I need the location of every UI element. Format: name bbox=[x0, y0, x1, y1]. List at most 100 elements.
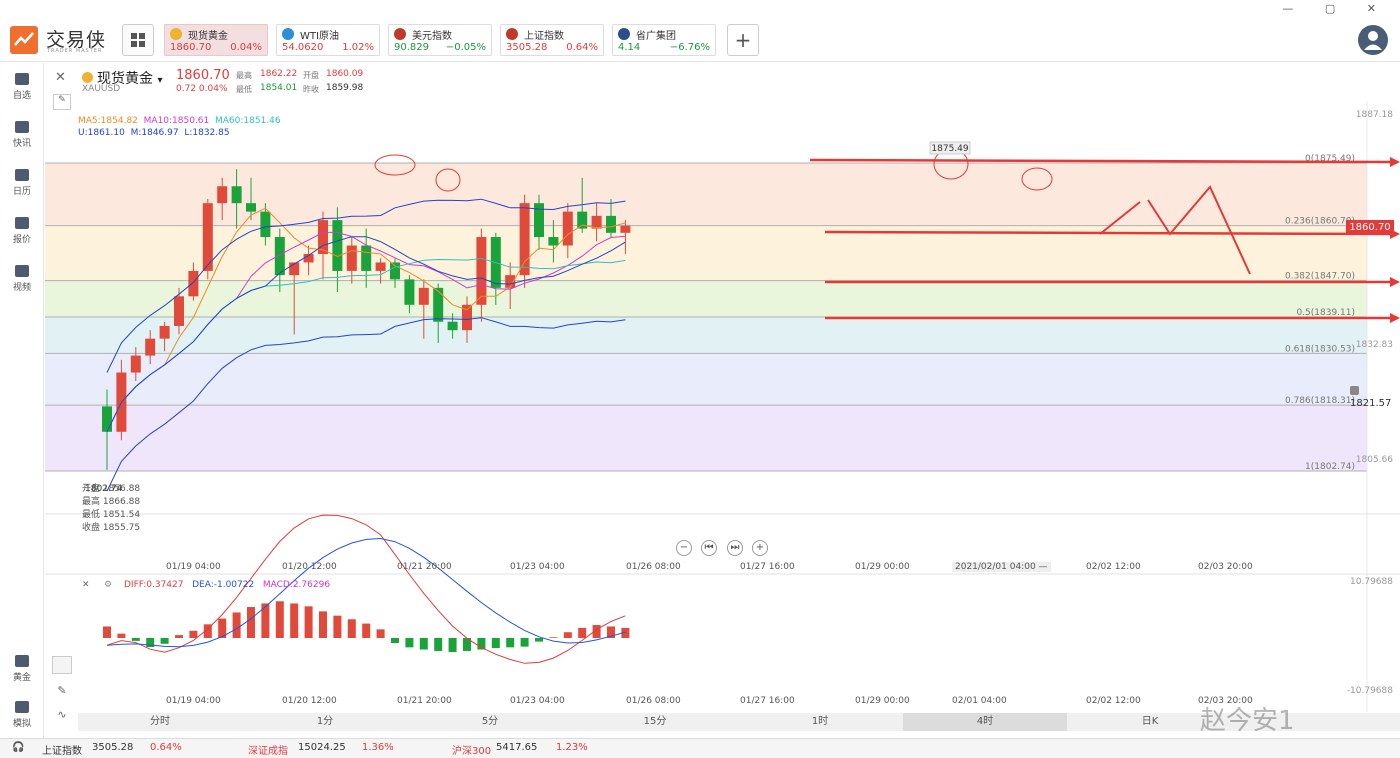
ticker-card[interactable]: WTI原油 54.0620 1.02% bbox=[276, 24, 380, 56]
nav-item[interactable]: 视频 bbox=[0, 265, 44, 293]
macd-bar bbox=[578, 627, 587, 638]
ma60-value: MA60:1851.46 bbox=[215, 116, 281, 126]
nav-item[interactable]: 黄金 bbox=[0, 655, 44, 683]
period-tab[interactable]: 15分 bbox=[573, 713, 737, 731]
macd-bar bbox=[103, 626, 111, 638]
macd-time-label: 02/02 12:00 bbox=[1086, 696, 1141, 706]
sh-index-value: 3505.28 bbox=[92, 742, 134, 753]
annotation-arrow bbox=[809, 158, 1391, 164]
nav-item[interactable]: 快讯 bbox=[0, 121, 44, 149]
ticker-flag-icon bbox=[506, 28, 518, 40]
ticker-flag-icon bbox=[618, 28, 630, 40]
macd-bar bbox=[405, 638, 414, 648]
period-tab[interactable]: 1分 bbox=[243, 713, 407, 731]
zoom-out-button[interactable]: − bbox=[676, 540, 692, 556]
ticker-price: 1860.70 bbox=[170, 42, 212, 53]
sz-index-name: 深证成指 bbox=[248, 746, 288, 757]
time-axis-label: 02/03 20:00 bbox=[1198, 562, 1253, 572]
candle-body bbox=[159, 325, 170, 339]
macd-bar bbox=[117, 633, 126, 638]
add-ticker-button[interactable]: + bbox=[727, 24, 759, 56]
macd-value: MACD:2.76296 bbox=[262, 580, 331, 590]
candle-body bbox=[274, 237, 285, 276]
candle-body bbox=[174, 296, 184, 326]
nav-item[interactable]: 报价 bbox=[0, 217, 44, 245]
time-axis-label: 01/27 16:00 bbox=[740, 562, 795, 572]
macd-close-icon[interactable]: ✕ bbox=[82, 580, 90, 590]
nav-item[interactable]: 自选 bbox=[0, 73, 44, 101]
candle-body bbox=[246, 203, 256, 212]
pen-tool-icon[interactable]: ✎ bbox=[52, 684, 72, 700]
macd-axis-bottom: -10.79688 bbox=[1346, 686, 1393, 696]
user-avatar[interactable] bbox=[1358, 25, 1388, 55]
candle-body bbox=[145, 338, 156, 356]
ticker-name: 现货黄金 bbox=[188, 31, 228, 42]
scroll-start-button[interactable]: ⏮ bbox=[701, 540, 717, 556]
hs300-pct: 1.23% bbox=[556, 742, 588, 753]
period-tab[interactable]: 1时 bbox=[738, 713, 902, 731]
macd-legend: DIFF:0.37427 DEA:-1.00722 MACD:2.76296 bbox=[124, 580, 330, 590]
candle-body bbox=[606, 215, 616, 233]
nav-item[interactable]: 模拟 bbox=[0, 701, 44, 729]
headset-icon[interactable]: 🎧 bbox=[12, 742, 24, 753]
macd-bar bbox=[347, 619, 356, 638]
period-tab[interactable]: 5分 bbox=[408, 713, 572, 731]
alert-price[interactable]: 1821.57 bbox=[1350, 386, 1400, 409]
macd-settings-icon[interactable]: ⚙ bbox=[104, 580, 112, 590]
macd-time-label: 01/29 00:00 bbox=[855, 696, 910, 706]
window-controls[interactable]: — ▢ ✕ bbox=[1282, 2, 1390, 15]
scroll-end-button[interactable]: ⏭ bbox=[727, 540, 743, 556]
fib-band bbox=[45, 317, 1367, 354]
macd-axis-top: 10.79688 bbox=[1350, 577, 1393, 587]
candle-body bbox=[102, 406, 112, 432]
candle-body bbox=[433, 287, 444, 322]
candle-body bbox=[418, 287, 429, 305]
ticker-card[interactable]: 省广集团 4.14 −6.76% bbox=[612, 24, 716, 56]
candle-body bbox=[188, 270, 199, 297]
fib-label: 0.618(1830.53) bbox=[1285, 344, 1355, 354]
macd-bar bbox=[506, 638, 515, 648]
candle-body bbox=[390, 262, 400, 280]
macd-bar bbox=[189, 630, 198, 638]
chart-canvas[interactable]: 0(1875.49)0.236(1860.70)0.382(1847.70)0.… bbox=[45, 62, 1400, 714]
high-marker: 1875.49 bbox=[931, 144, 968, 154]
candle-body bbox=[562, 211, 573, 246]
gold-icon bbox=[15, 655, 29, 667]
fib-label: 0.382(1847.70) bbox=[1285, 272, 1355, 282]
candle-body bbox=[260, 211, 271, 238]
zoom-in-button[interactable]: + bbox=[752, 540, 768, 556]
ma-legend: MA5:1854.82 MA10:1850.61 MA60:1851.46 bbox=[78, 116, 281, 126]
macd-bar bbox=[549, 637, 558, 638]
macd-time-label: 01/26 08:00 bbox=[626, 696, 681, 706]
period-tab[interactable]: 分时 bbox=[78, 713, 242, 731]
ohlc-tooltip: 开盘 1856.88 最高 1866.88 最低 1851.54 收盘 1855… bbox=[82, 484, 141, 533]
macd-bar bbox=[333, 615, 342, 638]
macd-bar bbox=[419, 638, 428, 650]
candle-body bbox=[375, 262, 386, 271]
period-tab[interactable]: 4时 bbox=[903, 713, 1067, 731]
ticker-card[interactable]: 美元指数 90.829 −0.05% bbox=[388, 24, 492, 56]
candle-body bbox=[217, 186, 228, 204]
fib-band bbox=[45, 353, 1367, 406]
nav-item[interactable]: 日历 bbox=[0, 169, 44, 197]
macd-time-label: 01/23 04:00 bbox=[510, 696, 565, 706]
ticker-price: 3505.28 bbox=[506, 42, 548, 53]
fib-label: 0.236(1860.70) bbox=[1285, 217, 1355, 227]
time-axis-label: 01/19 04:00 bbox=[166, 562, 221, 572]
ticker-price: 4.14 bbox=[618, 42, 641, 53]
news-icon bbox=[15, 121, 29, 133]
user-icon bbox=[1364, 31, 1382, 50]
grid-layout-button[interactable] bbox=[122, 24, 154, 56]
macd-bar bbox=[434, 638, 443, 651]
time-axis-label: 01/21 20:00 bbox=[397, 562, 452, 572]
current-price-tag: 1860.70 bbox=[1346, 220, 1394, 235]
video-icon bbox=[15, 265, 29, 277]
indicator-tool-icon[interactable] bbox=[52, 656, 72, 674]
time-axis-label: 01/29 00:00 bbox=[855, 562, 910, 572]
ma5-value: MA5:1854.82 bbox=[78, 116, 138, 126]
macd-dea-value: DEA:-1.00722 bbox=[192, 580, 255, 590]
boll-lower-value: L:1832.85 bbox=[184, 128, 230, 138]
ticker-card[interactable]: 现货黄金 1860.70 0.04% bbox=[164, 24, 268, 56]
line-tool-icon[interactable]: ∿ bbox=[52, 708, 72, 724]
ticker-card[interactable]: 上证指数 3505.28 0.64% bbox=[500, 24, 604, 56]
